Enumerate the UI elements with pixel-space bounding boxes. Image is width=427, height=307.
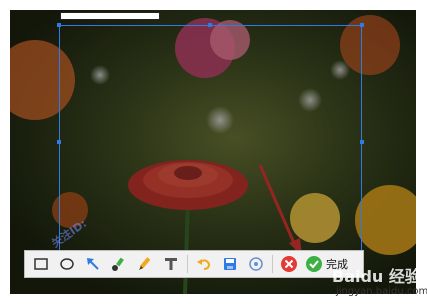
rectangle-tool-button[interactable] [29, 252, 53, 276]
pencil-icon [139, 257, 151, 270]
handle-right[interactable] [360, 140, 364, 144]
size-indicator-bar [60, 12, 160, 20]
baidu-watermark-url: jingyan.baidu.com [336, 286, 427, 297]
toolbar-separator [272, 255, 273, 273]
arrow-tool-button[interactable] [81, 252, 105, 276]
handle-top-right[interactable] [360, 23, 364, 27]
text-tool-button[interactable] [159, 252, 183, 276]
screenshot-toolbar: 完成 [24, 250, 364, 278]
ellipse-icon [60, 258, 74, 270]
toolbar-separator [187, 255, 188, 273]
baidu-watermark: Baidu 经验 [332, 267, 421, 286]
check-icon [306, 256, 322, 272]
mosaic-icon [249, 257, 263, 271]
ellipse-tool-button[interactable] [55, 252, 79, 276]
capture-selection[interactable] [57, 23, 364, 260]
mosaic-button[interactable] [244, 252, 268, 276]
save-icon [224, 258, 236, 270]
handle-top[interactable] [208, 23, 212, 27]
cancel-button[interactable] [277, 252, 301, 276]
handle-top-left[interactable] [57, 23, 61, 27]
text-icon [165, 258, 177, 270]
brush-icon [112, 257, 124, 271]
brush-tool-button[interactable] [107, 252, 131, 276]
arrow-tool-icon [87, 258, 99, 270]
handle-left[interactable] [57, 140, 61, 144]
save-button[interactable] [218, 252, 242, 276]
undo-icon [197, 259, 211, 270]
pencil-tool-button[interactable] [133, 252, 157, 276]
rectangle-icon [34, 258, 48, 270]
undo-button[interactable] [192, 252, 216, 276]
cancel-icon [281, 256, 297, 272]
